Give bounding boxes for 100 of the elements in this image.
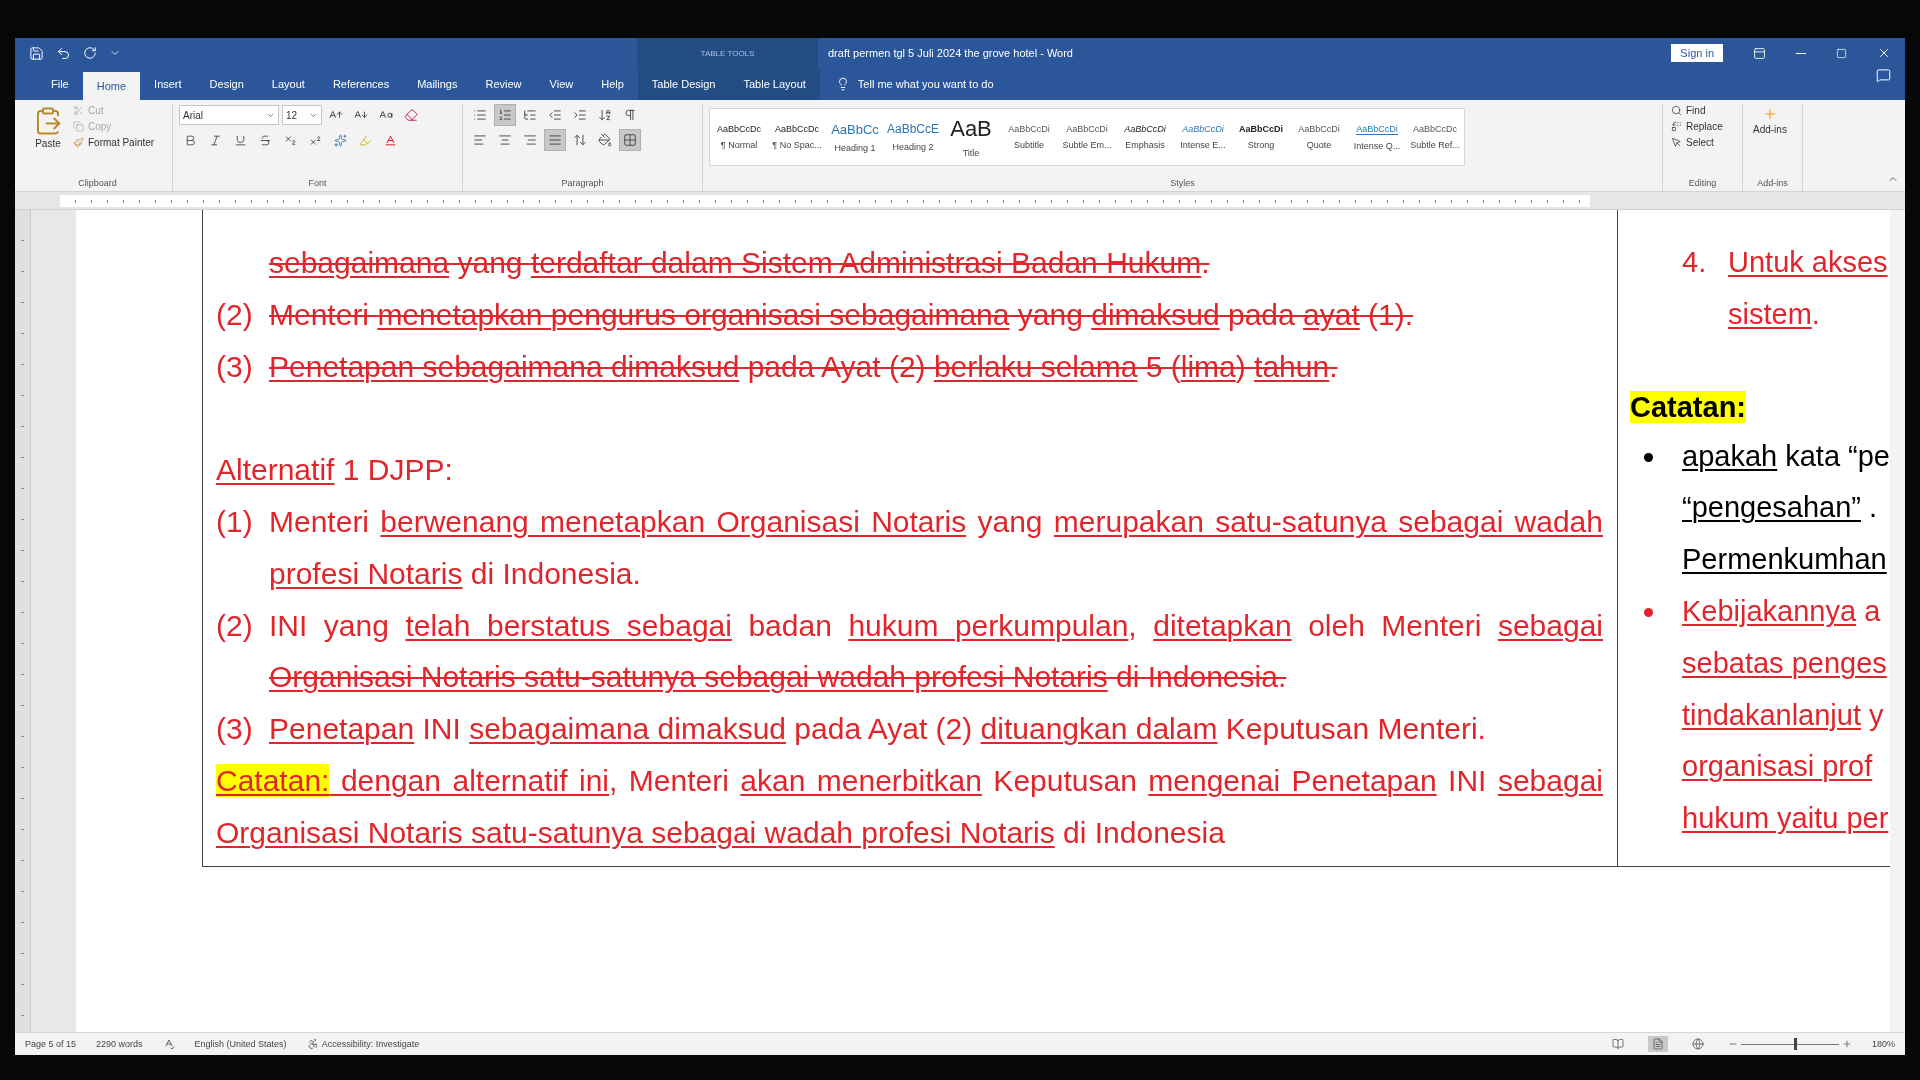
- paintbrush-icon: [73, 137, 84, 148]
- style-item[interactable]: AaBbCcDi Intense Q...: [1348, 109, 1406, 165]
- text-line: Permenkumhan: [1682, 542, 1888, 578]
- ribbon-tab[interactable]: Table Layout: [729, 68, 820, 100]
- align-left-icon: [473, 133, 487, 147]
- group-label: Paragraph: [560, 178, 605, 190]
- style-item[interactable]: AaBbCcE Heading 2: [884, 109, 942, 165]
- style-item[interactable]: AaBbCcDi Subtitle: [1000, 109, 1058, 165]
- style-item[interactable]: AaBbCcDi Subtle Em...: [1058, 109, 1116, 165]
- text-line: apakah kata “pe: [1682, 438, 1890, 474]
- borders-icon: [623, 133, 637, 147]
- ribbon-tab[interactable]: Review: [471, 68, 536, 100]
- redo-icon: [83, 46, 97, 60]
- ribbon-tab[interactable]: Insert: [140, 68, 196, 100]
- style-item[interactable]: AaBbCcDc ¶ Normal: [710, 109, 768, 165]
- text-line: hukum yaitu per: [1682, 801, 1889, 837]
- sparkle-icon: [333, 133, 347, 147]
- strikethrough-icon: [258, 133, 272, 147]
- style-item[interactable]: AaBbCcDi Emphasis: [1116, 109, 1174, 165]
- paragraph-text: INI yang telah berstatus sebagai badan hukum perkumpulan, ditetapkan oleh Menteri sebagai Organisasi Notaris satu-satunya sebagai wadah profesi Notaris di Indonesia.: [269, 607, 1603, 696]
- numbering-button[interactable]: [494, 104, 516, 126]
- minimize-button[interactable]: [1796, 52, 1806, 54]
- style-item[interactable]: AaBbCcDi Quote: [1290, 109, 1348, 165]
- text-line: Untuk akses: [1728, 245, 1888, 280]
- pilcrow-icon: [623, 108, 637, 122]
- paragraph-text: sebagaimana yang terdaftar dalam Sistem Administrasi Badan Hukum.: [269, 245, 1211, 281]
- page-icon: [1651, 1038, 1664, 1050]
- style-item[interactable]: AaBbCcDc ¶ No Spac...: [768, 109, 826, 165]
- comment-icon: [1876, 68, 1891, 83]
- select-button[interactable]: Select: [1669, 136, 1725, 149]
- ribbon-tab[interactable]: Table Design: [637, 68, 730, 100]
- list-number: (2): [216, 296, 254, 333]
- window-title: draft permen tgl 5 Juli 2024 the grove hotel - Word: [827, 46, 1074, 61]
- view-button[interactable]: [1647, 1036, 1668, 1052]
- ribbon-tab[interactable]: References: [318, 68, 404, 100]
- context-label: TABLE TOOLS: [637, 38, 818, 68]
- zoom-level[interactable]: 180%: [1871, 1039, 1895, 1049]
- restore-button[interactable]: [1836, 47, 1847, 59]
- note-heading: Catatan:: [1630, 390, 1746, 423]
- underline-icon: [233, 133, 247, 147]
- group-label: Editing: [1687, 178, 1718, 190]
- ribbon-tab[interactable]: Design: [195, 68, 258, 100]
- style-item[interactable]: AaBbCcDi Intense E...: [1174, 109, 1232, 165]
- paragraph-text: Menteri berwenang menetapkan Organisasi Notaris yang merupakan satu-satunya sebagai wadah profesi Notaris di Indonesia.: [269, 504, 1603, 592]
- group-label: Styles: [1169, 178, 1196, 190]
- style-item[interactable]: AaB Title: [942, 109, 1000, 165]
- text-line: sebatas penges: [1682, 645, 1888, 681]
- style-item[interactable]: AaBbCc Heading 1: [826, 109, 884, 165]
- font-name-field[interactable]: Arial: [179, 105, 279, 125]
- tell-me-field[interactable]: Tell me what you want to do: [819, 68, 1876, 100]
- justify-button[interactable]: [544, 129, 566, 151]
- save-icon: [29, 45, 44, 61]
- list-number: (3): [216, 711, 254, 748]
- close-button[interactable]: [1877, 46, 1891, 60]
- paragraph-text: Menteri menetapkan pengurus organisasi sebagaimana yang dimaksud pada ayat (1).: [269, 296, 1415, 333]
- find-button[interactable]: Find: [1669, 104, 1725, 117]
- copy-icon: [73, 121, 84, 132]
- align-right-icon: [523, 133, 537, 147]
- add-ins-button[interactable]: Add-ins: [1749, 104, 1791, 178]
- replace-button[interactable]: Replace: [1669, 120, 1725, 133]
- accessibility-icon: [306, 1038, 319, 1050]
- multilevel-list-icon: [523, 108, 537, 122]
- eraser-icon: [404, 108, 418, 122]
- page-count[interactable]: Page 5 of 15: [25, 1039, 77, 1049]
- section-heading: Alternatif 1 DJPP:: [216, 452, 454, 489]
- align-center-icon: [498, 133, 512, 147]
- ribbon-tab[interactable]: File: [37, 68, 83, 100]
- ribbon-tab[interactable]: Layout: [257, 68, 319, 100]
- borders-button[interactable]: [619, 129, 641, 151]
- sign-in-button[interactable]: Sign in: [1671, 44, 1723, 62]
- ribbon-tab[interactable]: View: [535, 68, 588, 100]
- list-number: (3): [216, 348, 254, 385]
- ribbon-display-button[interactable]: [1753, 46, 1766, 60]
- increase-indent-icon: [573, 108, 587, 122]
- restore-icon: [1836, 47, 1847, 59]
- word-count[interactable]: 2290 words: [96, 1039, 143, 1049]
- font-color-icon: [383, 133, 397, 147]
- sort-icon: [598, 108, 612, 122]
- paragraph-text: Penetapan sebagaimana dimaksud pada Ayat (2) berlaku selama 5 (lima) tahun.: [269, 348, 1339, 385]
- group-label: Add-ins: [1756, 178, 1789, 190]
- paragraph-text: Penetapan INI sebagaimana dimaksud pada Ayat (2) dituangkan dalam Keputusan Menteri.: [269, 711, 1487, 748]
- note-paragraph: Catatan: dengan alternatif ini, Menteri akan menerbitkan Keputusan mengenai Penetapan INI sebagai Organisasi Notaris satu-satunya sebagai wadah profesi Notaris di Indonesia: [216, 762, 1603, 851]
- paste-button[interactable]: Paste: [29, 104, 67, 178]
- font-size-field[interactable]: 12: [282, 105, 322, 125]
- accessibility-status[interactable]: Accessibility: Investigate: [321, 1039, 420, 1049]
- undo-icon: [56, 45, 71, 61]
- ribbon-tab[interactable]: Help: [587, 68, 638, 100]
- list-number: (2): [216, 607, 254, 644]
- language-label[interactable]: English (United States): [194, 1039, 287, 1049]
- clipboard-button[interactable]: Format Painter: [71, 136, 157, 149]
- ribbon-tab[interactable]: Home: [82, 72, 141, 100]
- ribbon-tab[interactable]: Mailings: [403, 68, 472, 100]
- text-line: organisasi prof: [1682, 749, 1874, 785]
- shading-icon: [598, 133, 612, 147]
- justify-icon: [548, 133, 562, 147]
- list-number: (1): [216, 504, 254, 540]
- style-item[interactable]: AaBbCcDc Subtle Ref...: [1406, 109, 1464, 165]
- search-icon: [1671, 105, 1682, 116]
- zoom-thumb[interactable]: [1794, 1038, 1798, 1050]
- style-item[interactable]: AaBbCcDi Strong: [1232, 109, 1290, 165]
